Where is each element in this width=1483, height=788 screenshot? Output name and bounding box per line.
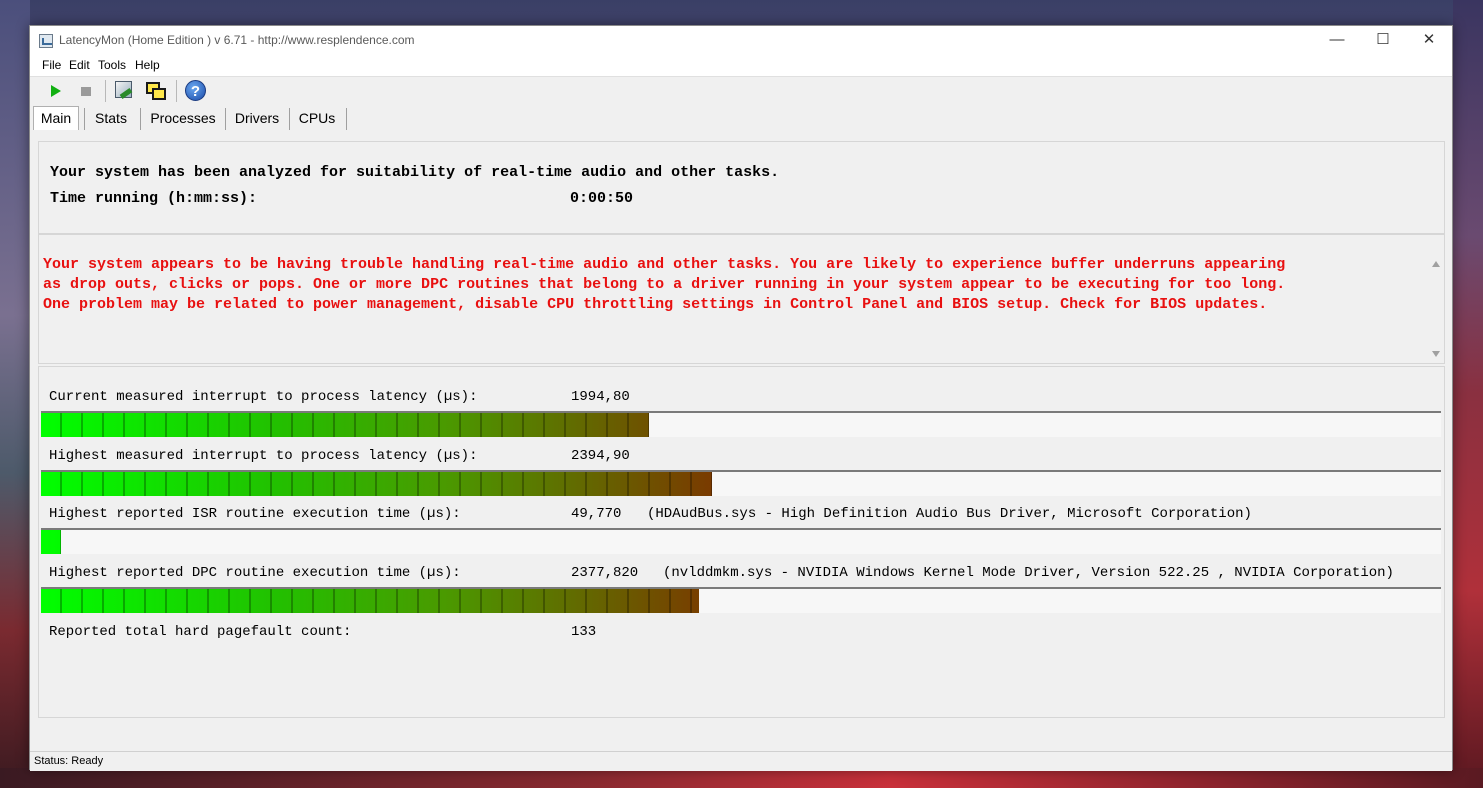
desktop-background-right <box>1453 0 1483 788</box>
help-button[interactable]: ? <box>183 79 207 103</box>
start-button[interactable] <box>43 79 67 103</box>
menu-bar: File Edit Tools Help <box>30 56 1452 77</box>
desktop-background-left <box>0 0 30 788</box>
highest-dpc-driver: (nvlddmkm.sys - NVIDIA Windows Kernel Mo… <box>663 565 1394 581</box>
highest-isr-bar-fill <box>41 530 61 554</box>
menu-edit[interactable]: Edit <box>69 58 90 72</box>
conclusion-panel: Your system appears to be having trouble… <box>38 234 1445 364</box>
tab-main[interactable]: Main <box>33 106 79 130</box>
scroll-up-arrow[interactable] <box>1432 261 1440 267</box>
scroll-down-arrow[interactable] <box>1432 351 1440 357</box>
time-running-label: Time running (h:mm:ss): <box>50 190 258 207</box>
tool-icon <box>115 81 132 98</box>
highest-isr-value: 49,770 <box>571 506 622 522</box>
current-latency-bar <box>41 411 1441 437</box>
current-latency-bar-fill <box>41 413 649 437</box>
windows-icon <box>146 82 166 100</box>
tab-separator <box>84 108 85 130</box>
tab-separator <box>346 108 347 130</box>
tab-bar: Main Stats Processes Drivers CPUs <box>30 106 1452 130</box>
menu-tools[interactable]: Tools <box>98 58 126 72</box>
summary-panel: Your system has been analyzed for suitab… <box>38 141 1445 234</box>
play-icon <box>51 85 61 97</box>
stats-panel: Current measured interrupt to process la… <box>38 366 1445 718</box>
tab-processes[interactable]: Processes <box>144 106 222 130</box>
help-icon: ? <box>185 80 206 101</box>
pagefault-label: Reported total hard pagefault count: <box>49 624 352 640</box>
tab-cpus[interactable]: CPUs <box>293 106 341 130</box>
stop-icon <box>81 87 91 96</box>
status-bar: Status: Ready <box>30 751 1452 771</box>
highest-latency-bar <box>41 470 1441 496</box>
desktop-background-bottom <box>0 768 1483 788</box>
minimize-button[interactable]: — <box>1314 26 1360 56</box>
windows-button[interactable] <box>143 79 167 103</box>
toolbar: ? <box>30 77 1452 105</box>
toolbar-separator <box>176 80 177 102</box>
highest-latency-label: Highest measured interrupt to process la… <box>49 448 478 464</box>
tab-separator <box>225 108 226 130</box>
current-latency-label: Current measured interrupt to process la… <box>49 389 478 405</box>
conclusion-message: Your system appears to be having trouble… <box>43 256 1286 313</box>
pagefault-value: 133 <box>571 624 597 640</box>
status-text: Status: Ready <box>34 755 104 767</box>
menu-help[interactable]: Help <box>135 58 160 72</box>
app-icon <box>39 34 53 48</box>
highest-isr-label: Highest reported ISR routine execution t… <box>49 506 461 522</box>
tab-drivers[interactable]: Drivers <box>229 106 285 130</box>
title-bar[interactable]: LatencyMon (Home Edition ) v 6.71 - http… <box>30 26 1452 56</box>
time-running-value: 0:00:50 <box>570 190 634 207</box>
current-latency-value: 1994,80 <box>571 389 630 405</box>
tab-separator <box>140 108 141 130</box>
menu-file[interactable]: File <box>42 58 61 72</box>
tab-separator <box>289 108 290 130</box>
highest-isr-driver: (HDAudBus.sys - High Definition Audio Bu… <box>647 506 1252 522</box>
window-title: LatencyMon (Home Edition ) v 6.71 - http… <box>59 33 415 47</box>
highest-dpc-value: 2377,820 <box>571 565 639 581</box>
highest-dpc-bar <box>41 587 1441 613</box>
highest-latency-bar-fill <box>41 472 712 496</box>
close-button[interactable]: ✕ <box>1406 26 1452 56</box>
highest-dpc-label: Highest reported DPC routine execution t… <box>49 565 461 581</box>
stop-button[interactable] <box>74 79 98 103</box>
toolbar-separator <box>105 80 106 102</box>
highest-dpc-bar-fill <box>41 589 699 613</box>
highest-latency-value: 2394,90 <box>571 448 630 464</box>
highest-isr-bar <box>41 528 1441 554</box>
tool-button[interactable] <box>112 79 136 103</box>
maximize-button[interactable]: ☐ <box>1360 26 1406 56</box>
analysis-text: Your system has been analyzed for suitab… <box>50 164 780 181</box>
tab-stats[interactable]: Stats <box>88 106 134 130</box>
latencymon-window: LatencyMon (Home Edition ) v 6.71 - http… <box>29 25 1453 771</box>
